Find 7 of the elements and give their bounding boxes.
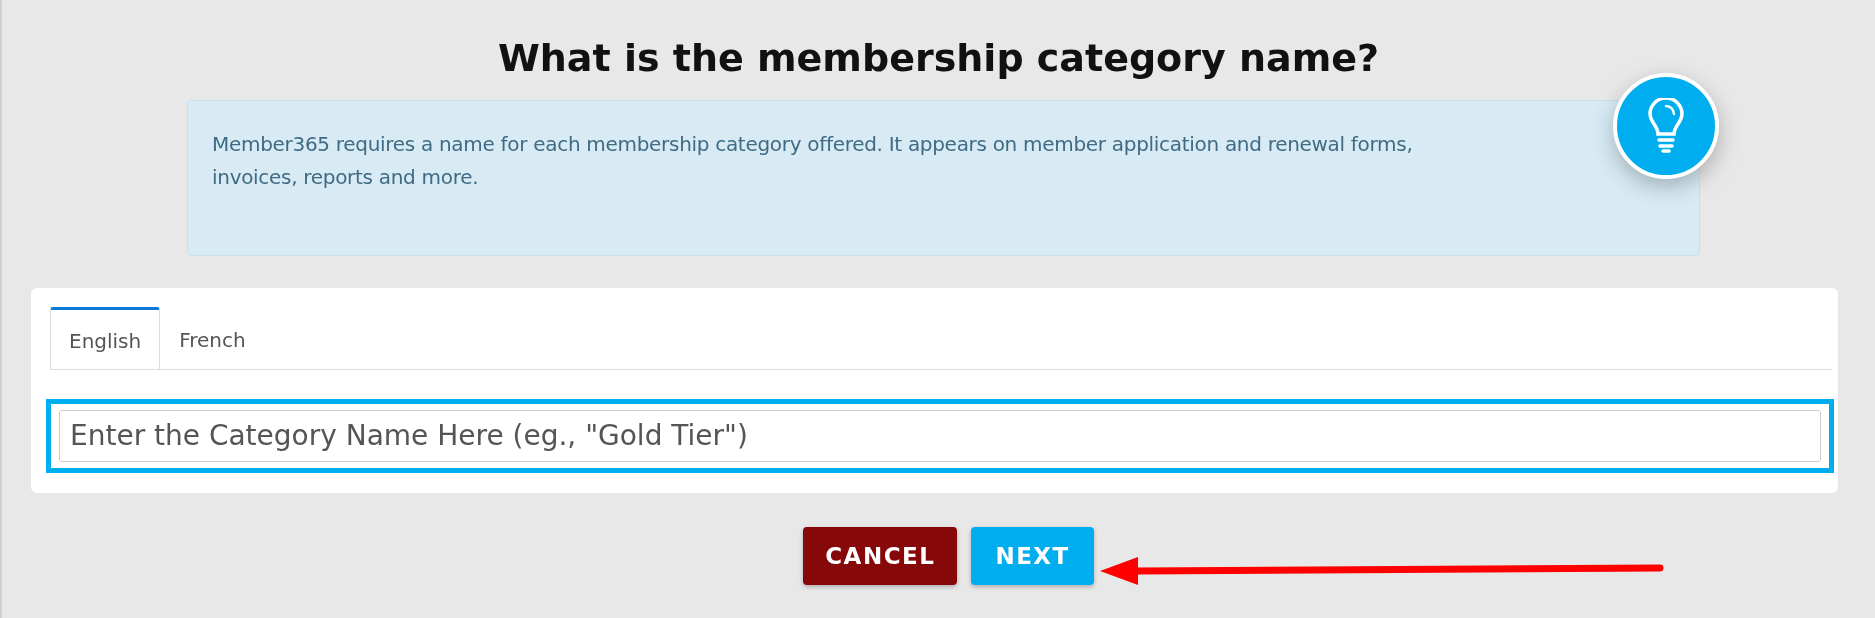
cancel-button[interactable]: CANCEL bbox=[803, 526, 958, 586]
language-tab[interactable]: French bbox=[160, 306, 265, 370]
category-name-field[interactable]: Enter the Category Name Here (eg., "Gold Tier") bbox=[59, 409, 1821, 462]
page-title: What is the membership category name? bbox=[496, 35, 1381, 82]
language-tab[interactable]: English bbox=[50, 306, 161, 370]
info-text: Member365 requires a name for each membership category offered. It appears on member application and renewal forms, invoices, reports and more. bbox=[212, 130, 1414, 191]
lightbulb-icon bbox=[1613, 72, 1719, 179]
